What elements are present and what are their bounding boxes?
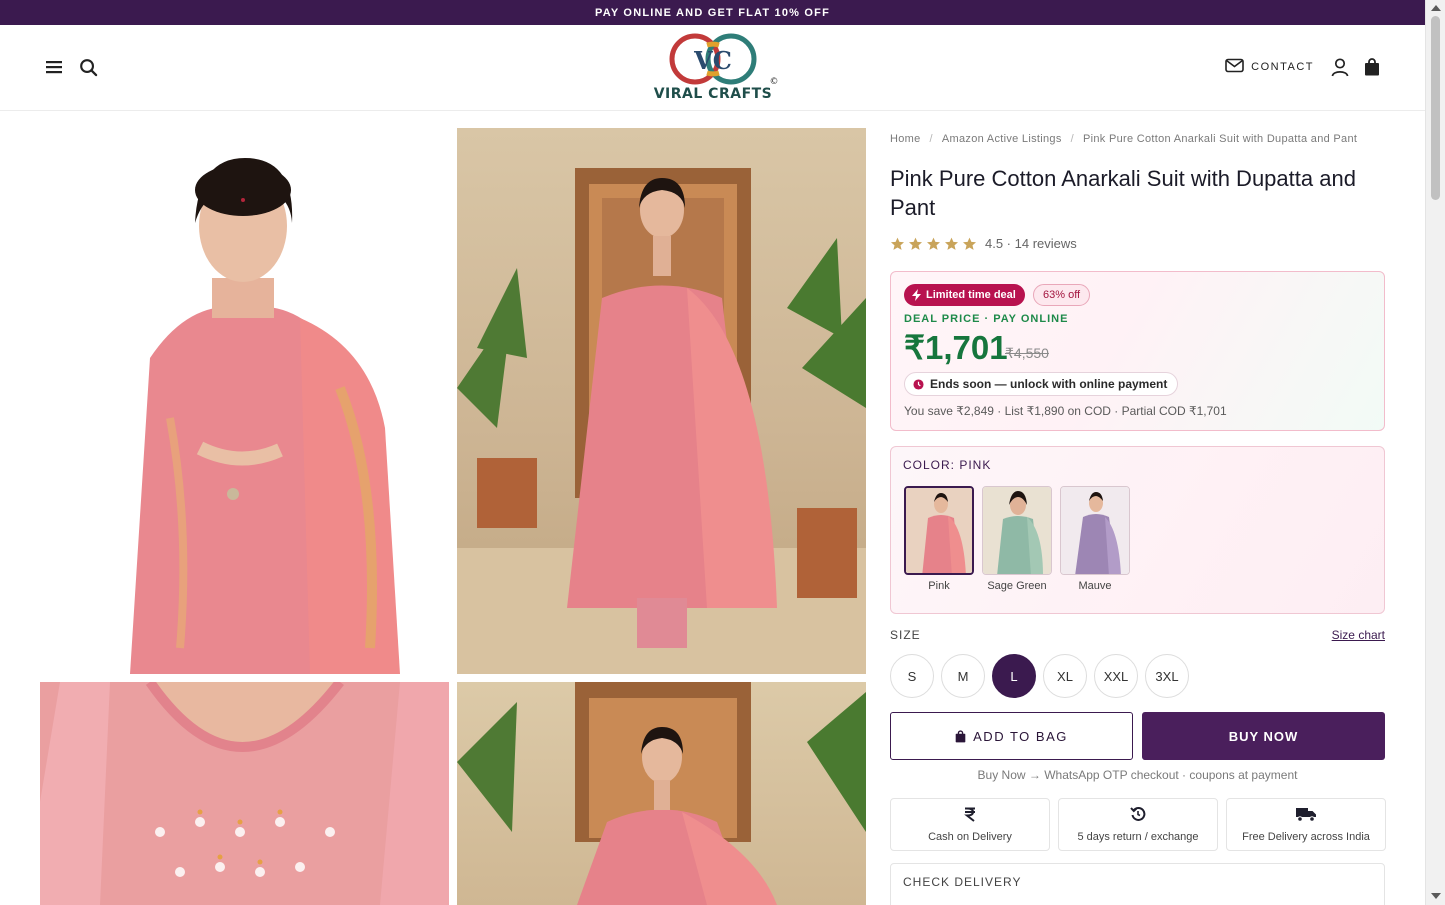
color-option-mauve[interactable]: Mauve <box>1060 486 1130 592</box>
limited-deal-label: Limited time deal <box>926 289 1016 301</box>
site-header: VC © VIRAL CRAFTS CONTACT <box>0 25 1425 111</box>
feature-label: Cash on Delivery <box>928 830 1012 843</box>
deal-price: ₹1,701 <box>904 329 1008 366</box>
rupee-icon <box>964 807 976 827</box>
mail-icon <box>1225 58 1244 76</box>
buy-now-note: Buy Now → WhatsApp OTP checkout · coupon… <box>977 768 1298 782</box>
header-left-actions <box>44 57 98 77</box>
truck-icon <box>1295 807 1317 827</box>
page-scrollbar[interactable] <box>1425 0 1445 905</box>
feature-label: Free Delivery across India <box>1242 830 1370 843</box>
star-icon <box>908 237 923 250</box>
scroll-down-arrow[interactable] <box>1431 893 1441 899</box>
feature-return: 5 days return / exchange <box>1058 798 1218 851</box>
size-label: SIZE <box>890 628 921 642</box>
site-logo[interactable]: VC © VIRAL CRAFTS <box>645 33 781 105</box>
breadcrumb-separator: / <box>1070 133 1074 145</box>
return-icon <box>1130 806 1146 827</box>
color-option-name: Mauve <box>1078 580 1112 592</box>
ends-soon-pill: Ends soon — unlock with online payment <box>904 372 1179 396</box>
clock-icon <box>913 378 924 390</box>
color-thumb-pink <box>904 486 974 575</box>
rating-stars <box>890 237 977 251</box>
limited-deal-badge: Limited time deal <box>904 284 1025 306</box>
savings-text: You save ₹2,849 · List ₹1,890 on COD · P… <box>904 404 1227 418</box>
announcement-bar: PAY ONLINE AND GET FLAT 10% OFF <box>0 0 1425 25</box>
header-right-actions: CONTACT <box>1225 57 1382 77</box>
size-chart-link[interactable]: Size chart <box>1332 628 1385 642</box>
color-option-pink[interactable]: Pink <box>904 486 974 592</box>
color-thumb-sage-green <box>982 486 1052 575</box>
breadcrumb-home[interactable]: Home <box>890 133 921 145</box>
product-image-1[interactable] <box>40 128 449 674</box>
user-icon[interactable] <box>1330 57 1350 77</box>
ends-soon-text: Ends soon — unlock with online payment <box>930 377 1168 391</box>
star-icon <box>890 237 905 250</box>
add-to-bag-label: ADD TO BAG <box>973 728 1068 744</box>
logo-monogram: VC © <box>669 33 779 87</box>
contact-label: CONTACT <box>1251 61 1314 73</box>
mrp-price: ₹4,550 <box>1005 345 1049 361</box>
breadcrumb: Home / Amazon Active Listings / Pink Pur… <box>890 133 1357 145</box>
star-icon <box>926 237 941 250</box>
search-icon[interactable] <box>78 57 98 77</box>
size-option-xxl[interactable]: XXL <box>1094 654 1138 698</box>
star-icon <box>944 237 959 250</box>
scroll-thumb[interactable] <box>1431 16 1440 200</box>
feature-label: 5 days return / exchange <box>1077 831 1199 843</box>
color-thumb-mauve <box>1060 486 1130 575</box>
logo-text: VIRAL CRAFTS <box>653 86 773 102</box>
color-option-name: Sage Green <box>987 580 1047 592</box>
breadcrumb-current: Pink Pure Cotton Anarkali Suit with Dupa… <box>1082 133 1358 145</box>
add-to-bag-button[interactable]: ADD TO BAG <box>890 712 1133 760</box>
bag-icon <box>955 729 966 742</box>
buy-now-button[interactable]: BUY NOW <box>1142 712 1385 760</box>
rating-text: 4.5 · 14 reviews <box>985 236 1077 251</box>
color-label: COLOR: PINK <box>903 458 992 472</box>
scroll-up-arrow[interactable] <box>1431 5 1441 11</box>
star-icon <box>962 237 977 250</box>
product-image-3[interactable] <box>40 682 449 905</box>
color-swatches: Pink Sage Green Mauve <box>904 486 1130 592</box>
contact-link[interactable]: CONTACT <box>1225 58 1314 76</box>
product-rating[interactable]: 4.5 · 14 reviews <box>890 236 1077 251</box>
size-options: S M L XL XXL 3XL <box>890 654 1189 698</box>
bag-icon[interactable] <box>1362 57 1382 77</box>
breadcrumb-separator: / <box>929 133 933 145</box>
size-option-3xl[interactable]: 3XL <box>1145 654 1189 698</box>
product-image-2[interactable] <box>457 128 866 674</box>
size-option-l[interactable]: L <box>992 654 1036 698</box>
deal-box: Limited time deal 63% off DEAL PRICE · P… <box>890 271 1385 431</box>
feature-cod: Cash on Delivery <box>890 798 1050 851</box>
breadcrumb-category[interactable]: Amazon Active Listings <box>942 133 1062 145</box>
check-delivery-box: CHECK DELIVERY <box>890 863 1385 905</box>
size-option-s[interactable]: S <box>890 654 934 698</box>
product-image-4[interactable] <box>457 682 866 905</box>
product-title: Pink Pure Cotton Anarkali Suit with Dupa… <box>890 166 1356 220</box>
logo-monogram-text: VC <box>693 46 732 75</box>
color-option-name: Pink <box>928 580 950 592</box>
feature-list: Cash on Delivery 5 days return / exchang… <box>890 798 1386 851</box>
deal-price-label: DEAL PRICE · PAY ONLINE <box>904 313 1069 325</box>
size-header: SIZE Size chart <box>890 626 1385 644</box>
size-option-m[interactable]: M <box>941 654 985 698</box>
color-option-sage-green[interactable]: Sage Green <box>982 486 1052 592</box>
menu-icon[interactable] <box>44 57 64 77</box>
size-option-xl[interactable]: XL <box>1043 654 1087 698</box>
color-selector: COLOR: PINK Pink Sage Green Mauve <box>890 446 1385 614</box>
feature-delivery: Free Delivery across India <box>1226 798 1386 851</box>
check-delivery-label: CHECK DELIVERY <box>903 875 1022 889</box>
discount-badge: 63% off <box>1033 284 1091 306</box>
lightning-icon <box>912 289 921 301</box>
